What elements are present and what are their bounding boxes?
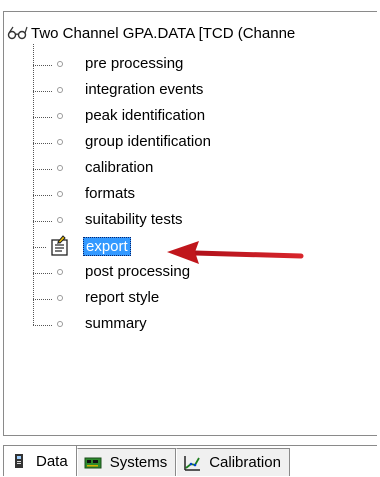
- tab-label: Data: [36, 452, 68, 470]
- systems-board-icon: [84, 457, 102, 468]
- calibration-chart-icon: [184, 455, 201, 471]
- tree-item-suitability-tests[interactable]: suitability tests: [4, 208, 377, 234]
- glasses-icon: [7, 26, 28, 40]
- tab-label: Systems: [109, 454, 168, 471]
- tree-root-label: Two Channel GPA.DATA [TCD (Channe: [31, 24, 296, 42]
- tree-node-icon: [57, 113, 63, 119]
- tree-item-label: report style: [85, 289, 160, 306]
- tree-item-label: pre processing: [85, 55, 184, 72]
- tree-item-report-style[interactable]: report style: [4, 286, 377, 312]
- tree-node-icon: [57, 61, 63, 67]
- tree-item-label: peak identification: [85, 107, 206, 124]
- tree-node-icon: [57, 191, 63, 197]
- tree-node-icon: [57, 217, 63, 223]
- export-document-icon: [51, 235, 68, 256]
- tab-systems[interactable]: Systems: [76, 448, 177, 476]
- tree-item-label: summary: [85, 315, 147, 332]
- tree-item-formats[interactable]: formats: [4, 182, 377, 208]
- tree-item-label: group identification: [85, 133, 211, 150]
- tree-item-label: calibration: [85, 159, 154, 176]
- tree-item-label: suitability tests: [85, 211, 183, 228]
- tree-node-icon: [57, 165, 63, 171]
- tree-node-icon: [57, 295, 63, 301]
- tree-item-calibration[interactable]: calibration: [4, 156, 377, 182]
- tab-calibration[interactable]: Calibration: [176, 448, 290, 476]
- tree-panel: Two Channel GPA.DATA [TCD (Channe pre pr…: [3, 11, 377, 436]
- tab-bar: Data Systems Calibration: [3, 446, 290, 476]
- tree-node-icon: [57, 321, 63, 327]
- tree-node-icon: [57, 269, 63, 275]
- annotation-arrow-icon: [167, 241, 304, 264]
- tree-node-icon: [57, 139, 63, 145]
- tab-data[interactable]: Data: [3, 446, 77, 476]
- tree-item-label: formats: [85, 185, 136, 202]
- tab-label: Calibration: [209, 454, 281, 471]
- tree-item-group-identification[interactable]: group identification: [4, 130, 377, 156]
- tree-item-label: integration events: [85, 81, 204, 98]
- tree-root[interactable]: Two Channel GPA.DATA [TCD (Channe: [7, 22, 295, 44]
- tree-item-integration-events[interactable]: integration events: [4, 78, 377, 104]
- tree-item-pre-processing[interactable]: pre processing: [4, 44, 377, 78]
- tree-item-peak-identification[interactable]: peak identification: [4, 104, 377, 130]
- tree-item-label: export: [83, 237, 131, 256]
- tree-node-icon: [57, 87, 63, 93]
- data-icon: [15, 454, 23, 468]
- tree-item-label: post processing: [85, 263, 191, 280]
- tree-item-summary[interactable]: summary: [4, 312, 377, 338]
